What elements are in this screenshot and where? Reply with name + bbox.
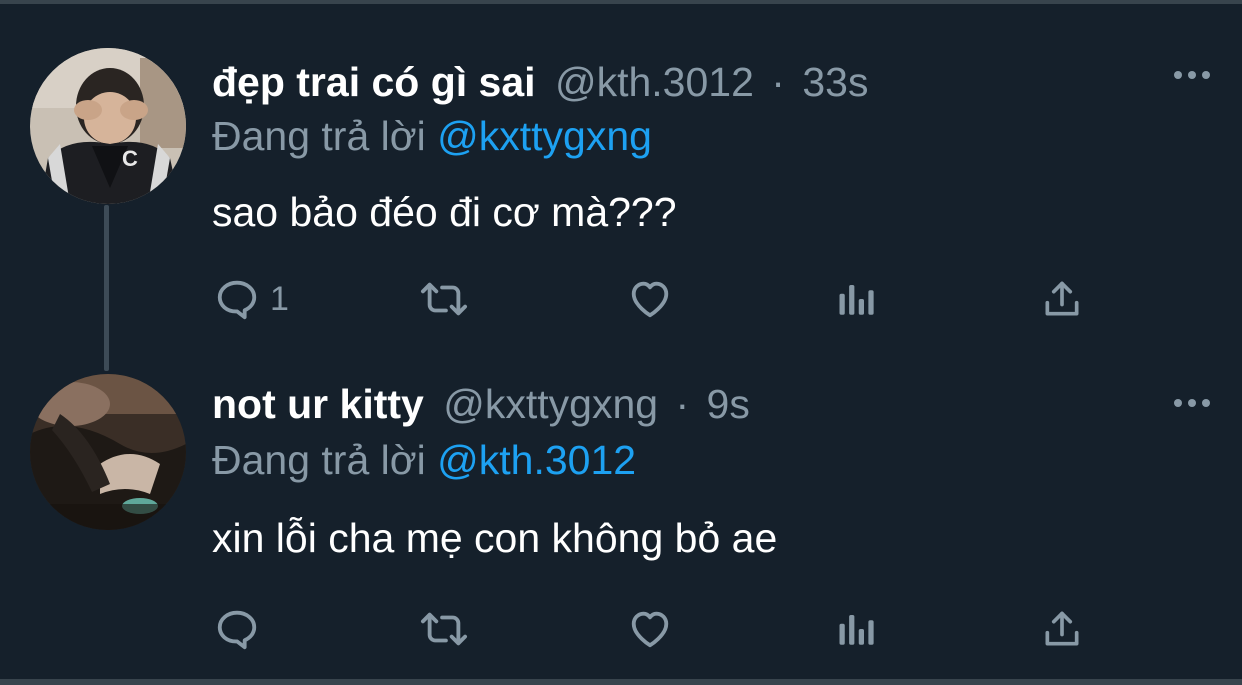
action-bar <box>212 604 1112 654</box>
more-dots-icon <box>1173 395 1211 413</box>
share-upload-icon <box>1040 276 1084 322</box>
replying-to: Đang trả lời @kxttygxng <box>212 110 652 162</box>
bar-chart-icon <box>836 606 878 652</box>
bar-chart-icon <box>836 276 878 322</box>
reply-button[interactable] <box>214 604 270 654</box>
svg-text:C: C <box>122 146 138 171</box>
replying-prefix: Đang trả lời <box>212 113 426 159</box>
timestamp[interactable]: 9s <box>707 381 750 427</box>
avatar[interactable]: C <box>30 48 186 204</box>
tweet-2[interactable]: not ur kitty @kxttygxng · 9s Đang trả lờ… <box>0 374 1242 664</box>
heart-icon <box>626 606 674 652</box>
like-button[interactable] <box>626 274 674 324</box>
username[interactable]: @kth.3012 <box>555 59 754 105</box>
mention-link[interactable]: @kth.3012 <box>437 437 636 483</box>
tweet-1[interactable]: C đẹp trai có gì sai @kth.3012 · 33s Đan… <box>0 46 1242 320</box>
display-name[interactable]: đẹp trai có gì sai <box>212 59 536 105</box>
reply-button[interactable]: 1 <box>214 274 289 324</box>
reply-count: 1 <box>270 279 289 318</box>
replying-prefix: Đang trả lời <box>212 437 426 483</box>
analytics-button[interactable] <box>836 274 878 324</box>
top-divider <box>0 0 1242 4</box>
more-dots-icon <box>1173 67 1211 85</box>
analytics-button[interactable] <box>836 604 878 654</box>
speech-bubble-icon <box>214 276 260 322</box>
avatar[interactable] <box>30 374 186 530</box>
display-name[interactable]: not ur kitty <box>212 381 424 427</box>
share-button[interactable] <box>1040 604 1084 654</box>
share-button[interactable] <box>1040 274 1084 324</box>
separator-dot: · <box>771 59 785 105</box>
timestamp[interactable]: 33s <box>802 59 868 105</box>
speech-bubble-icon <box>214 606 260 652</box>
mention-link[interactable]: @kxttygxng <box>437 113 652 159</box>
retweet-button[interactable] <box>416 274 472 324</box>
like-button[interactable] <box>626 604 674 654</box>
separator-dot: · <box>675 381 690 427</box>
more-button[interactable] <box>1172 56 1212 96</box>
tweet-text: xin lỗi cha mẹ con không bỏ ae <box>212 515 778 561</box>
replying-to: Đang trả lời @kth.3012 <box>212 434 636 486</box>
action-bar: 1 <box>212 274 1112 324</box>
username[interactable]: @kxttygxng <box>443 381 658 427</box>
bottom-divider <box>0 679 1242 685</box>
tweet-text: sao bảo đéo đi cơ mà??? <box>212 189 677 235</box>
retweet-icon <box>416 606 472 652</box>
more-button[interactable] <box>1172 384 1212 424</box>
share-upload-icon <box>1040 606 1084 652</box>
heart-icon <box>626 276 674 322</box>
retweet-icon <box>416 276 472 322</box>
tweet-header: đẹp trai có gì sai @kth.3012 · 33s <box>212 52 868 112</box>
retweet-button[interactable] <box>416 604 472 654</box>
tweet-header: not ur kitty @kxttygxng · 9s <box>212 374 750 434</box>
